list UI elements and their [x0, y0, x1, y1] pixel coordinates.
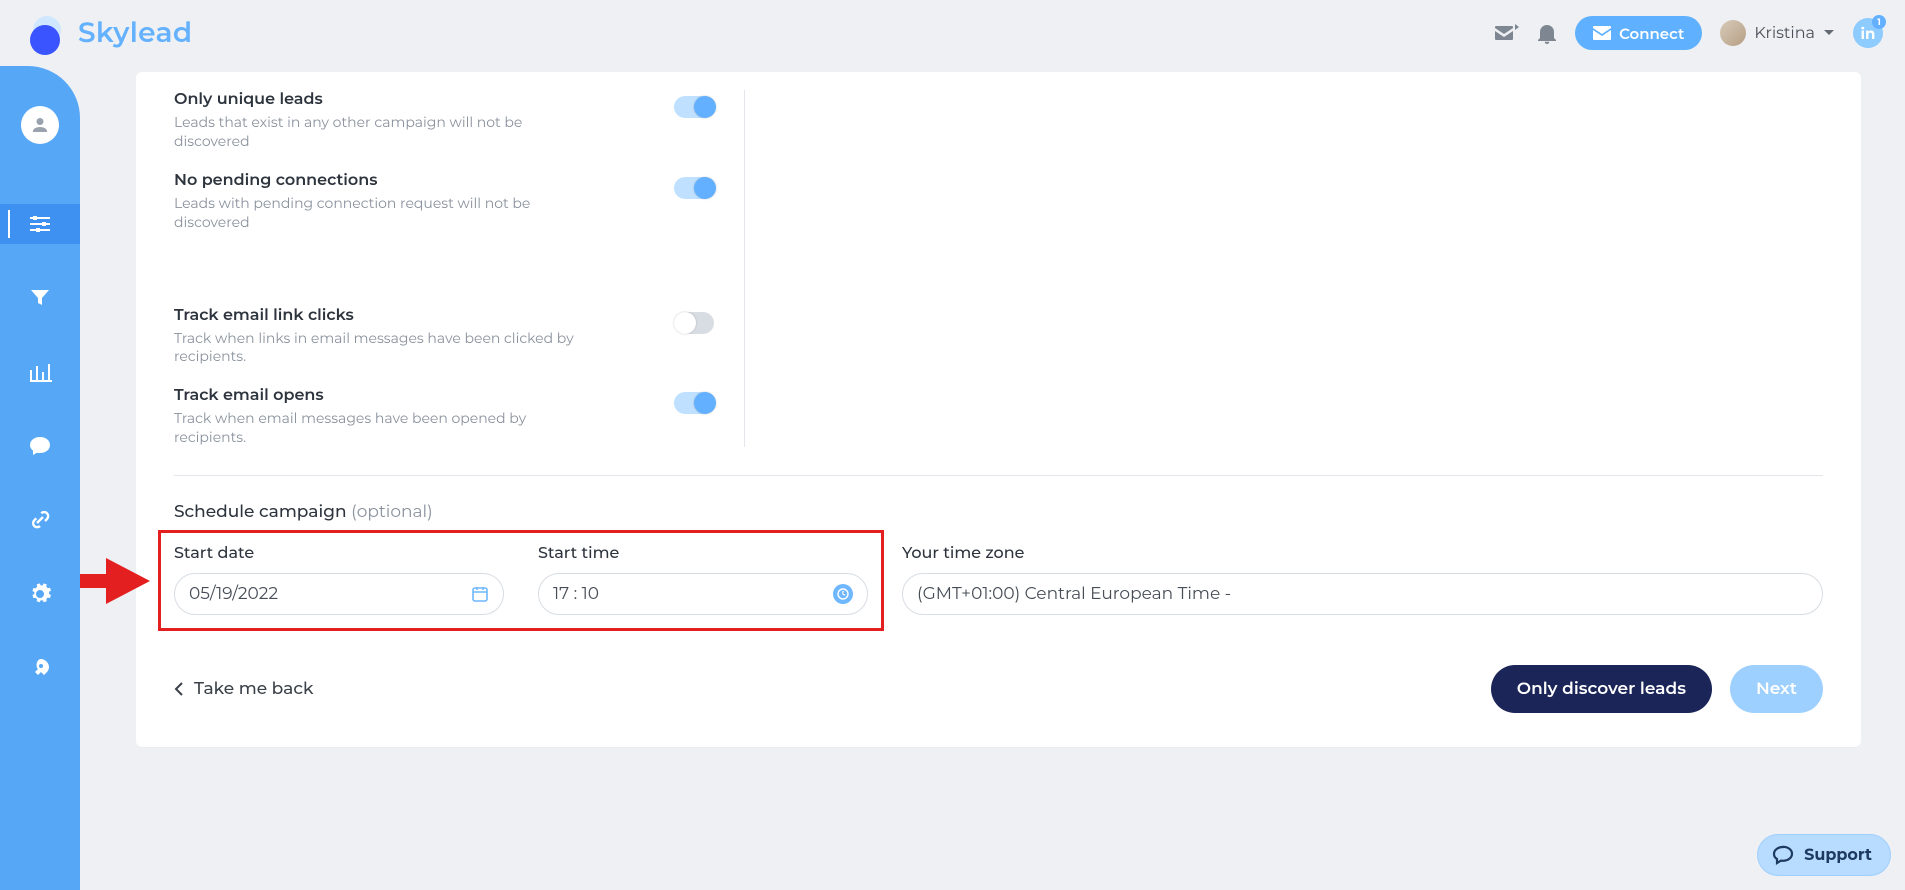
- sidebar-item-filter[interactable]: [0, 278, 80, 318]
- schedule-optional: (optional): [351, 502, 433, 522]
- linkedin-badge[interactable]: in 1: [1853, 18, 1883, 48]
- start-date-input[interactable]: 05/19/2022: [174, 573, 504, 615]
- connect-label: Connect: [1619, 24, 1684, 43]
- support-button[interactable]: Support: [1757, 834, 1891, 876]
- next-label: Next: [1756, 679, 1797, 699]
- start-date-value: 05/19/2022: [189, 584, 278, 604]
- option-title: Track email link clicks: [174, 306, 656, 325]
- option-track-clicks: Track email link clicks Track when links…: [174, 306, 714, 367]
- sidebar-profile-button[interactable]: [21, 106, 59, 144]
- timezone-label: Your time zone: [902, 544, 1823, 563]
- brand: Skylead: [30, 15, 192, 51]
- back-label: Take me back: [194, 679, 313, 699]
- support-label: Support: [1804, 846, 1872, 865]
- campaign-options: Only unique leads Leads that exist in an…: [174, 90, 1823, 447]
- brand-name: Skylead: [78, 16, 192, 50]
- option-no-pending: No pending connections Leads with pendin…: [174, 171, 714, 232]
- timezone-value: (GMT+01:00) Central European Time -: [917, 584, 1231, 604]
- content: Only unique leads Leads that exist in an…: [80, 66, 1905, 890]
- chat-bubble-icon: [1772, 845, 1794, 865]
- back-link[interactable]: Take me back: [174, 679, 313, 699]
- connect-button[interactable]: Connect: [1575, 16, 1702, 50]
- discover-button[interactable]: Only discover leads: [1491, 665, 1712, 713]
- horizontal-divider: [174, 475, 1823, 476]
- calendar-icon: [471, 585, 489, 603]
- mail-icon: [1593, 26, 1611, 40]
- sidebar-item-settings[interactable]: [0, 204, 80, 244]
- option-title: Only unique leads: [174, 90, 656, 109]
- sidebar-item-reports[interactable]: [0, 352, 80, 392]
- options-column: Only unique leads Leads that exist in an…: [174, 90, 714, 447]
- vertical-divider: [744, 90, 745, 447]
- card-footer: Take me back Only discover leads Next: [174, 665, 1823, 713]
- start-time-label: Start time: [538, 544, 868, 563]
- toggle-unique-leads[interactable]: [674, 96, 714, 118]
- chevron-down-icon: [1823, 29, 1835, 37]
- user-name: Kristina: [1754, 24, 1815, 43]
- sidebar-item-chat[interactable]: [0, 426, 80, 466]
- top-bar: Skylead Connect Kristina in 1: [0, 0, 1905, 66]
- avatar: [1720, 20, 1746, 46]
- top-right: Connect Kristina in 1: [1493, 16, 1883, 50]
- toggle-no-pending[interactable]: [674, 177, 714, 199]
- main-layout: Only unique leads Leads that exist in an…: [0, 66, 1905, 890]
- user-menu[interactable]: Kristina: [1720, 20, 1835, 46]
- sidebar-item-gear[interactable]: [0, 574, 80, 614]
- start-time-value: 17 : 10: [553, 584, 599, 604]
- option-desc: Leads that exist in any other campaign w…: [174, 113, 574, 151]
- toggle-track-opens[interactable]: [674, 392, 714, 414]
- discover-label: Only discover leads: [1517, 679, 1686, 699]
- option-title: Track email opens: [174, 386, 656, 405]
- start-date-label: Start date: [174, 544, 504, 563]
- sidebar: [0, 66, 80, 890]
- schedule-heading-text: Schedule campaign: [174, 502, 347, 522]
- option-desc: Track when links in email messages have …: [174, 329, 574, 367]
- sidebar-item-integrations[interactable]: [0, 500, 80, 540]
- option-track-opens: Track email opens Track when email messa…: [174, 386, 714, 447]
- send-mail-icon[interactable]: [1493, 23, 1519, 43]
- toggle-track-clicks[interactable]: [674, 312, 714, 334]
- option-title: No pending connections: [174, 171, 656, 190]
- clock-icon: [833, 584, 853, 604]
- badge-count: 1: [1872, 15, 1886, 29]
- timezone-select[interactable]: (GMT+01:00) Central European Time -: [902, 573, 1823, 615]
- schedule-heading: Schedule campaign (optional): [174, 502, 1823, 522]
- chevron-left-icon: [174, 681, 184, 697]
- start-time-col: Start time 17 : 10: [538, 544, 868, 615]
- brand-logo-icon: [30, 15, 66, 51]
- sidebar-nav: [0, 204, 80, 688]
- footer-actions: Only discover leads Next: [1491, 665, 1823, 713]
- settings-card: Only unique leads Leads that exist in an…: [136, 72, 1861, 747]
- schedule-row: Start date 05/19/2022 Start time 17 : 10: [174, 544, 1823, 615]
- option-desc: Leads with pending connection request wi…: [174, 194, 574, 232]
- next-button[interactable]: Next: [1730, 665, 1823, 713]
- start-date-col: Start date 05/19/2022: [174, 544, 504, 615]
- option-desc: Track when email messages have been open…: [174, 409, 574, 447]
- bell-icon[interactable]: [1537, 22, 1557, 44]
- option-unique-leads: Only unique leads Leads that exist in an…: [174, 90, 714, 151]
- start-time-input[interactable]: 17 : 10: [538, 573, 868, 615]
- timezone-col: Your time zone (GMT+01:00) Central Europ…: [902, 544, 1823, 615]
- sidebar-item-launch[interactable]: [0, 648, 80, 688]
